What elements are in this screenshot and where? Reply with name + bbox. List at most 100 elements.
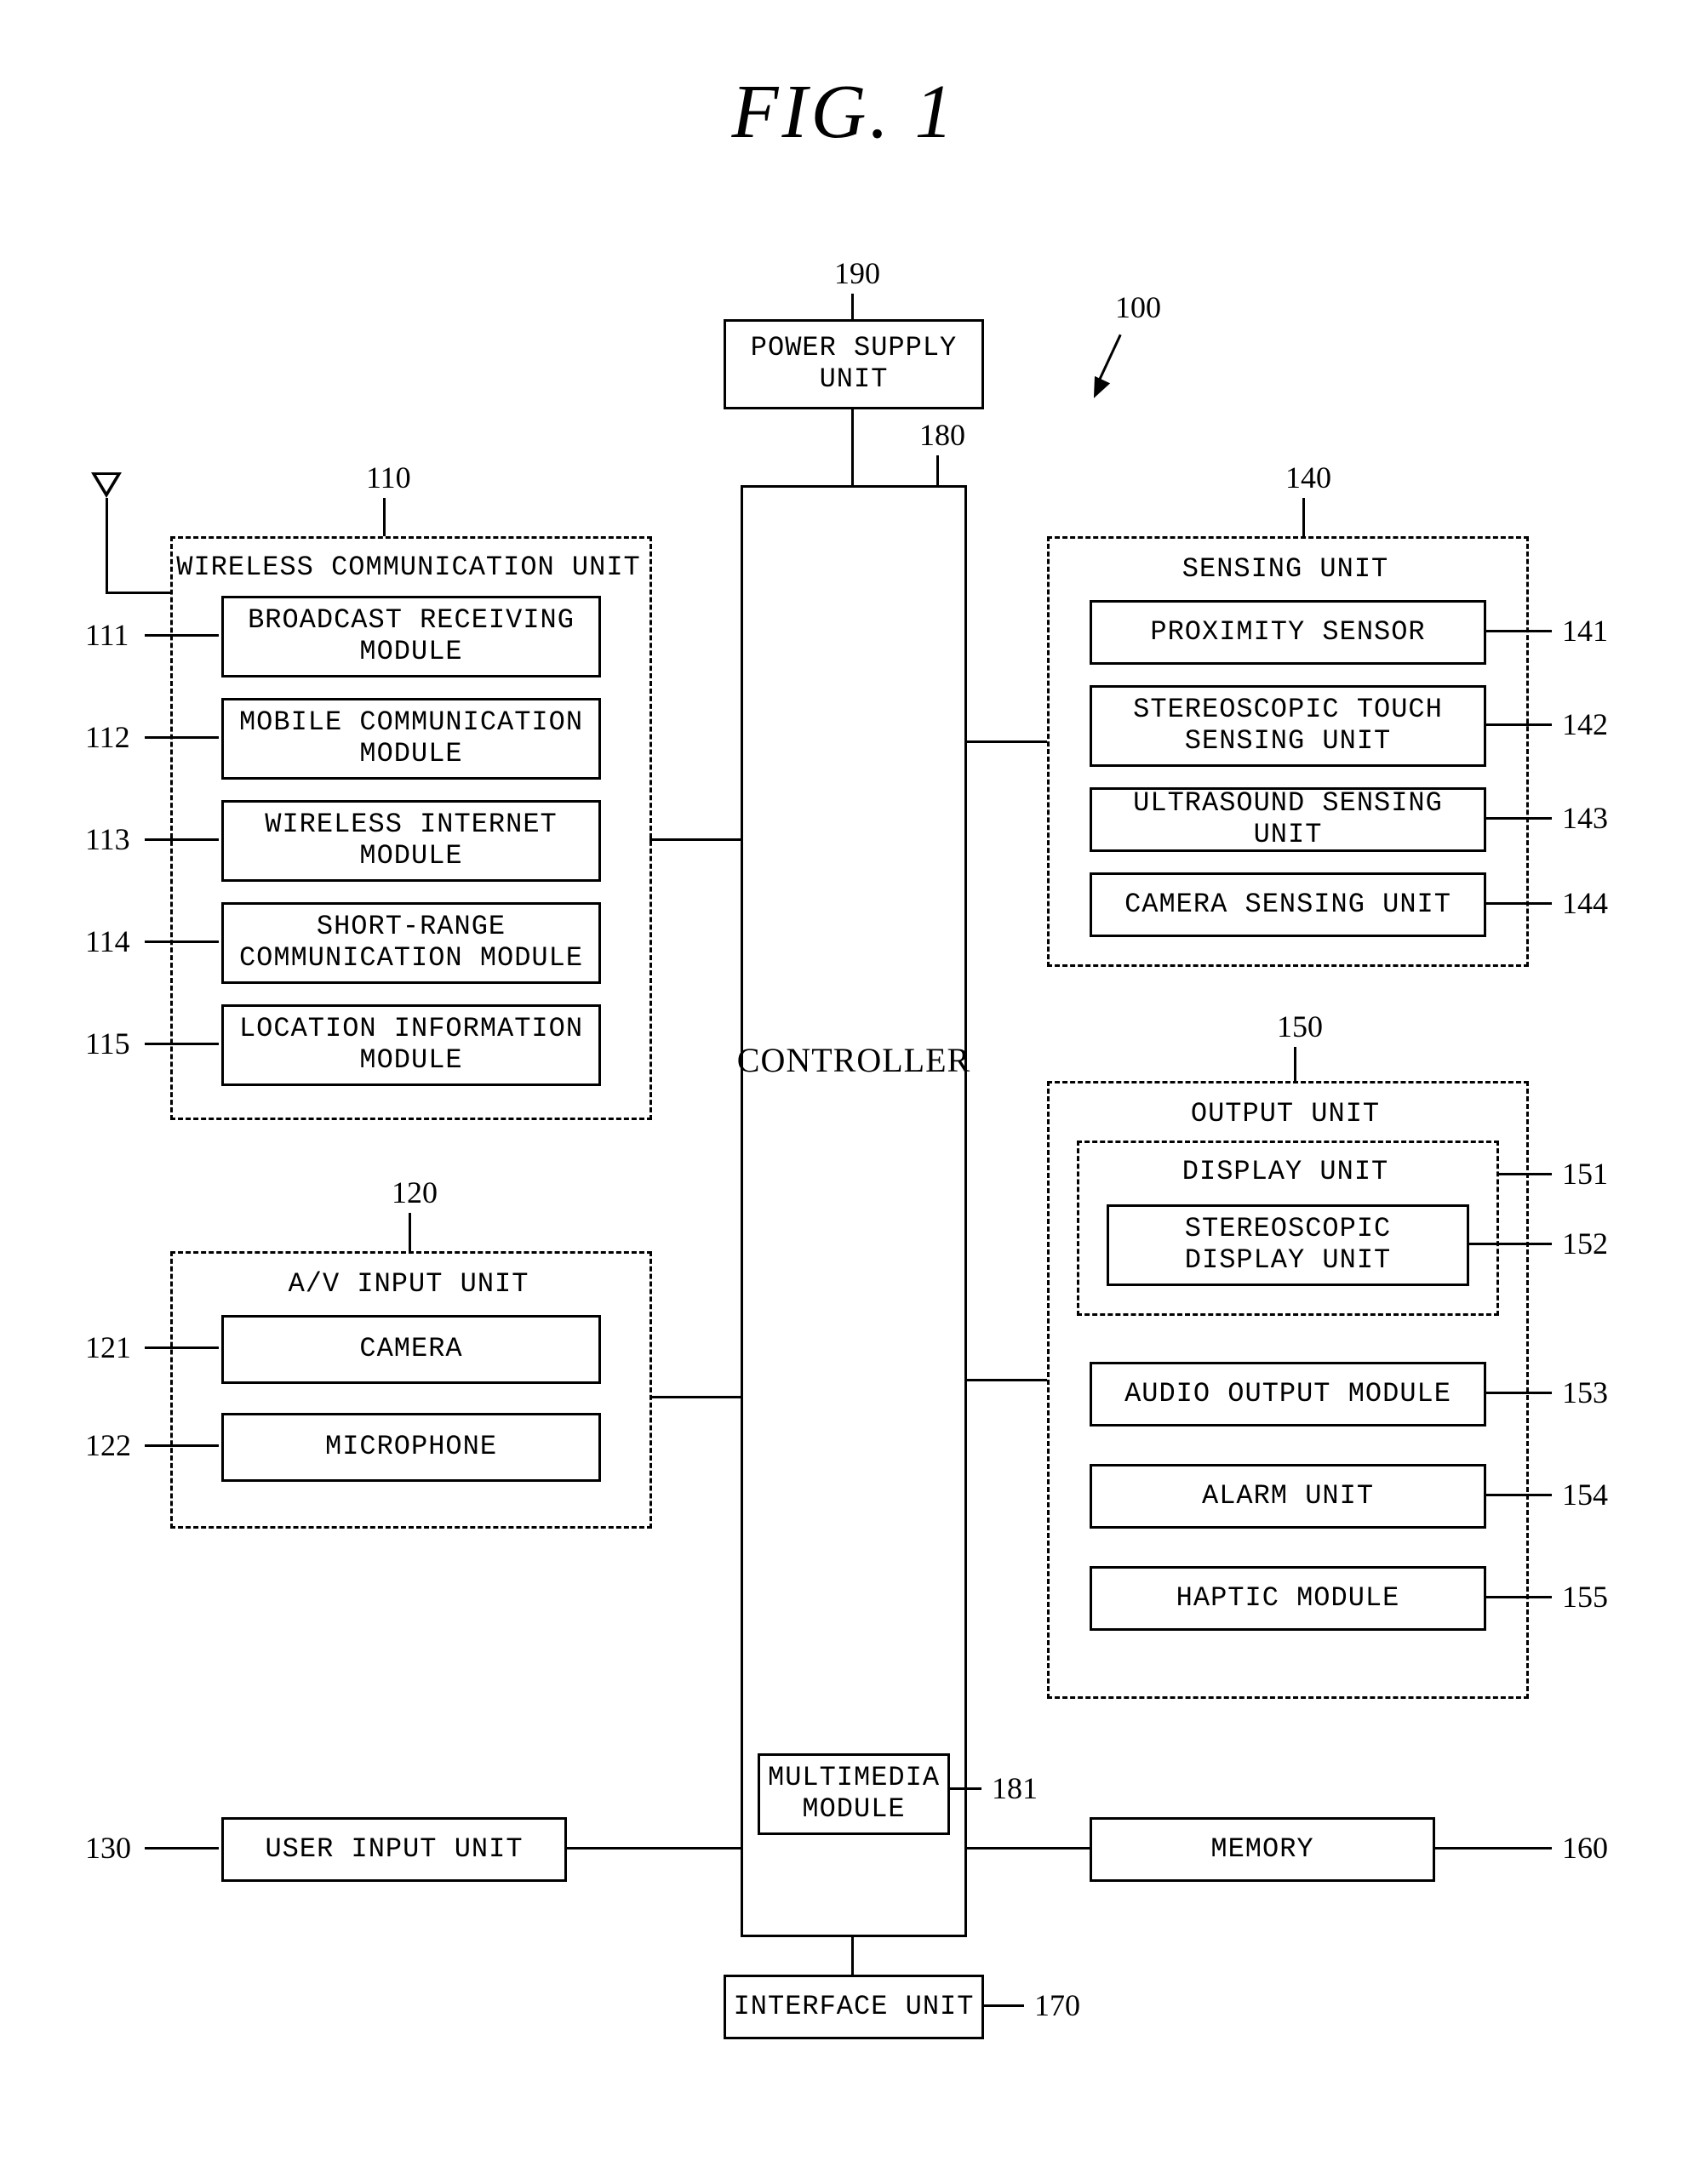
ref-110: 110 bbox=[366, 460, 411, 495]
disp-title: DISPLAY UNIT bbox=[1077, 1156, 1494, 1187]
haptic-module-box: HAPTIC MODULE bbox=[1090, 1566, 1486, 1631]
av-121-label: CAMERA bbox=[359, 1334, 462, 1365]
mem-label: MEMORY bbox=[1210, 1834, 1313, 1866]
ref-112: 112 bbox=[85, 719, 130, 755]
ref-143: 143 bbox=[1562, 800, 1608, 836]
antenna-to-wcu bbox=[106, 592, 170, 594]
out-155-label: HAPTIC MODULE bbox=[1176, 1583, 1400, 1615]
sense-141-label: PROXIMITY SENSOR bbox=[1150, 617, 1425, 649]
leader-142 bbox=[1484, 723, 1552, 726]
leader-114 bbox=[145, 940, 219, 943]
multimedia-module-box: MULTIMEDIA MODULE bbox=[758, 1753, 950, 1835]
out-153-label: AUDIO OUTPUT MODULE bbox=[1124, 1379, 1451, 1410]
leader-120 bbox=[409, 1213, 411, 1251]
ref-111: 111 bbox=[85, 617, 129, 653]
user-input-unit-box: USER INPUT UNIT bbox=[221, 1817, 567, 1882]
leader-155 bbox=[1484, 1596, 1552, 1598]
wcu-title: WIRELESS COMMUNICATION UNIT bbox=[170, 552, 647, 583]
controller-label: CONTROLLER bbox=[737, 1041, 970, 1080]
audio-output-box: AUDIO OUTPUT MODULE bbox=[1090, 1362, 1486, 1426]
sense-143-label: ULTRASOUND SENSING UNIT bbox=[1092, 788, 1484, 851]
av-title: A/V INPUT UNIT bbox=[170, 1268, 647, 1300]
ref-150: 150 bbox=[1277, 1009, 1323, 1044]
ref-160: 160 bbox=[1562, 1830, 1608, 1866]
conn-uinput-ctrl bbox=[564, 1847, 741, 1850]
ref-180: 180 bbox=[919, 417, 965, 453]
leader-144 bbox=[1484, 902, 1552, 905]
memory-box: MEMORY bbox=[1090, 1817, 1435, 1882]
leader-181 bbox=[947, 1787, 981, 1790]
av-122-label: MICROPHONE bbox=[325, 1432, 497, 1463]
wcu-113-label: WIRELESS INTERNET MODULE bbox=[265, 809, 557, 872]
mobile-communication-module-box: MOBILE COMMUNICATION MODULE bbox=[221, 698, 601, 780]
leader-170 bbox=[981, 2004, 1024, 2007]
ultrasound-sensing-box: ULTRASOUND SENSING UNIT bbox=[1090, 787, 1486, 852]
leader-110 bbox=[383, 498, 386, 536]
microphone-box: MICROPHONE bbox=[221, 1413, 601, 1482]
wcu-114-label: SHORT-RANGE COMMUNICATION MODULE bbox=[239, 912, 583, 975]
antenna-icon-inner bbox=[96, 475, 117, 492]
ref-190: 190 bbox=[834, 255, 880, 291]
antenna-pole bbox=[106, 498, 108, 592]
mm-label: MULTIMEDIA MODULE bbox=[768, 1763, 940, 1826]
out-title: OUTPUT UNIT bbox=[1047, 1098, 1524, 1129]
device-arrow-icon bbox=[1073, 328, 1141, 396]
sense-144-label: CAMERA SENSING UNIT bbox=[1124, 889, 1451, 921]
conn-av-ctrl bbox=[649, 1396, 741, 1398]
conn-mem-ctrl bbox=[964, 1847, 1090, 1850]
leader-160 bbox=[1433, 1847, 1552, 1850]
interface-unit-box: INTERFACE UNIT bbox=[724, 1975, 984, 2039]
leader-130 bbox=[145, 1847, 219, 1850]
ref-181: 181 bbox=[992, 1770, 1038, 1806]
wcu-111-label: BROADCAST RECEIVING MODULE bbox=[248, 605, 575, 668]
ref-154: 154 bbox=[1562, 1477, 1608, 1512]
leader-154 bbox=[1484, 1494, 1552, 1496]
wireless-internet-module-box: WIRELESS INTERNET MODULE bbox=[221, 800, 601, 882]
sense-title: SENSING UNIT bbox=[1047, 553, 1524, 585]
leader-111 bbox=[145, 634, 219, 637]
uinput-label: USER INPUT UNIT bbox=[265, 1834, 523, 1866]
conn-output-ctrl bbox=[964, 1379, 1047, 1381]
ref-114: 114 bbox=[85, 923, 130, 959]
ref-121: 121 bbox=[85, 1329, 131, 1365]
stereoscopic-display-box: STEREOSCOPIC DISPLAY UNIT bbox=[1107, 1204, 1469, 1286]
wcu-112-label: MOBILE COMMUNICATION MODULE bbox=[239, 707, 583, 770]
if-label: INTERFACE UNIT bbox=[734, 1992, 975, 2023]
leader-180 bbox=[936, 455, 939, 485]
controller-box: CONTROLLER bbox=[741, 485, 967, 1937]
conn-ctrl-if bbox=[851, 1935, 854, 1975]
conn-sense-ctrl bbox=[964, 740, 1047, 743]
ref-144: 144 bbox=[1562, 885, 1608, 921]
leader-122 bbox=[145, 1444, 219, 1447]
broadcast-receiving-module-box: BROADCAST RECEIVING MODULE bbox=[221, 596, 601, 677]
conn-wcu-ctrl bbox=[649, 838, 741, 841]
ref-141: 141 bbox=[1562, 613, 1608, 649]
out-154-label: ALARM UNIT bbox=[1202, 1481, 1374, 1512]
ref-140: 140 bbox=[1285, 460, 1331, 495]
leader-112 bbox=[145, 736, 219, 739]
camera-sensing-box: CAMERA SENSING UNIT bbox=[1090, 872, 1486, 937]
ref-151: 151 bbox=[1562, 1156, 1608, 1192]
leader-143 bbox=[1484, 817, 1552, 820]
ref-100: 100 bbox=[1115, 289, 1161, 325]
location-info-module-box: LOCATION INFORMATION MODULE bbox=[221, 1004, 601, 1086]
leader-153 bbox=[1484, 1392, 1552, 1394]
leader-115 bbox=[145, 1043, 219, 1045]
ref-155: 155 bbox=[1562, 1579, 1608, 1615]
stereo-touch-sensing-box: STEREOSCOPIC TOUCH SENSING UNIT bbox=[1090, 685, 1486, 767]
leader-152 bbox=[1467, 1243, 1552, 1245]
leader-190 bbox=[851, 294, 854, 319]
conn-psu-ctrl bbox=[851, 407, 854, 485]
ref-152: 152 bbox=[1562, 1226, 1608, 1261]
ref-170: 170 bbox=[1034, 1987, 1080, 2023]
ref-122: 122 bbox=[85, 1427, 131, 1463]
ref-115: 115 bbox=[85, 1026, 130, 1061]
ref-130: 130 bbox=[85, 1830, 131, 1866]
leader-150 bbox=[1294, 1047, 1296, 1081]
alarm-unit-box: ALARM UNIT bbox=[1090, 1464, 1486, 1529]
ref-113: 113 bbox=[85, 821, 130, 857]
diagram-page: FIG. 1 100 190 POWER SUPPLY UNIT 180 CON… bbox=[0, 0, 1688, 2184]
leader-141 bbox=[1484, 630, 1552, 632]
figure-title: FIG. 1 bbox=[0, 68, 1688, 156]
leader-121 bbox=[145, 1346, 219, 1349]
